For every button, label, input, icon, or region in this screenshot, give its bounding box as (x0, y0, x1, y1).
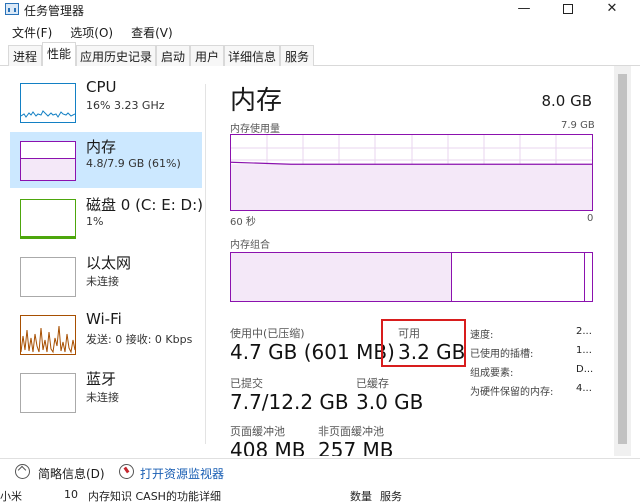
menu-file[interactable]: 文件(F) (0, 21, 58, 41)
title-bar: 任务管理器 — ✕ (0, 0, 640, 20)
scrollbar-thumb[interactable] (618, 74, 627, 444)
memory-composition-bar (230, 252, 593, 302)
available-value: 3.2 GB (398, 340, 466, 364)
close-button[interactable]: ✕ (592, 0, 632, 20)
sidebar-item-disk[interactable]: 磁盘 0 (C: E: D:) 1% (10, 190, 203, 246)
menu-options[interactable]: 选项(O) (58, 21, 119, 41)
vertical-scrollbar[interactable] (614, 66, 631, 456)
menu-bar: 文件(F) 选项(O) 查看(V) (0, 21, 179, 41)
cached-value: 3.0 GB (356, 390, 424, 414)
spec-speed-value: 2... (576, 326, 592, 337)
sidebar-ethernet-sub: 未连接 (86, 275, 119, 288)
sidebar-item-memory[interactable]: 内存 4.8/7.9 GB (61%) (10, 132, 202, 188)
bottom-bar: 简略信息(D) 打开资源监视器 (0, 458, 640, 484)
cpu-sparkline (20, 110, 76, 118)
memory-thumbnail-fill (21, 158, 75, 180)
nonpaged-pool-label: 非页面缓冲池 (318, 425, 384, 438)
task-manager-icon (5, 3, 19, 15)
spec-hardware-reserved-value: 4... (576, 383, 592, 394)
memory-thumbnail-graph (20, 141, 76, 181)
available-label: 可用 (398, 327, 420, 340)
disk-thumbnail-graph (20, 199, 76, 239)
sidebar-wifi-name: Wi-Fi (86, 310, 122, 328)
memory-usage-area (231, 164, 592, 210)
tab-details[interactable]: 详细信息 (224, 45, 280, 66)
memory-total: 8.0 GB (541, 92, 592, 110)
background-text-2: 10 (64, 488, 78, 501)
memory-usage-graph (230, 134, 593, 211)
background-text-4: 数量 (350, 490, 372, 503)
composition-in-use (231, 253, 452, 301)
tab-services[interactable]: 服务 (280, 45, 314, 66)
sidebar-bluetooth-name: 蓝牙 (86, 370, 117, 388)
wifi-sparkline (20, 325, 76, 354)
tab-app-history[interactable]: 应用历史记录 (76, 45, 156, 66)
tab-performance[interactable]: 性能 (42, 42, 76, 67)
memory-usage-grid (230, 135, 592, 210)
background-text-3: 内存知识 CASH的功能详细 (88, 490, 221, 503)
sidebar-item-cpu[interactable]: CPU 16% 3.23 GHz (10, 74, 202, 130)
disk-thumbnail-line (21, 236, 75, 238)
in-use-value: 4.7 GB (601 MB) (230, 340, 395, 364)
sidebar-cpu-sub: 16% 3.23 GHz (86, 99, 165, 112)
paged-pool-value: 408 MB (230, 438, 306, 456)
open-resource-monitor-link[interactable]: 打开资源监视器 (140, 465, 224, 482)
sidebar-item-bluetooth[interactable]: 蓝牙 未连接 (10, 364, 202, 420)
sidebar-ethernet-name: 以太网 (86, 254, 132, 272)
sidebar-item-ethernet[interactable]: 以太网 未连接 (10, 248, 202, 304)
wifi-thumbnail-graph (20, 315, 76, 355)
chevron-up-icon[interactable] (15, 464, 30, 479)
memory-usage-label: 内存使用量 (230, 124, 280, 135)
window-title: 任务管理器 (24, 4, 85, 18)
cpu-thumbnail-graph (20, 83, 76, 123)
committed-value: 7.7/12.2 GB (230, 390, 349, 414)
nonpaged-pool-value: 257 MB (318, 438, 394, 456)
spec-form-factor-value: D... (576, 364, 594, 375)
memory-usage-max: 7.9 GB (561, 120, 595, 131)
sidebar-wifi-sub: 发送: 0 接收: 0 Kbps (86, 333, 193, 346)
time-axis-start: 60 秒 (230, 217, 256, 228)
memory-composition-label: 内存组合 (230, 240, 270, 251)
performance-content: CPU 16% 3.23 GHz 内存 4.8/7.9 GB (61%) 磁盘 … (0, 66, 640, 456)
maximize-icon (563, 4, 573, 14)
in-use-label: 使用中(已压缩) (230, 327, 305, 340)
paged-pool-label: 页面缓冲池 (230, 425, 285, 438)
sidebar-disk-sub: 1% (86, 215, 104, 228)
bluetooth-thumbnail-graph (20, 373, 76, 413)
sidebar-item-wifi[interactable]: Wi-Fi 发送: 0 接收: 0 Kbps (10, 306, 202, 362)
spec-slots-value: 1... (576, 345, 592, 356)
spec-form-factor-label: 组成要素: (470, 368, 514, 379)
spec-slots-label: 已使用的插槽: (470, 349, 534, 360)
tab-users[interactable]: 用户 (190, 45, 224, 66)
spec-hardware-reserved-label: 为硬件保留的内存: (470, 387, 554, 398)
tab-strip: 进程 性能 应用历史记录 启动 用户 详细信息 服务 (0, 42, 640, 67)
maximize-button[interactable] (548, 0, 588, 20)
committed-label: 已提交 (230, 377, 263, 390)
ethernet-thumbnail-graph (20, 257, 76, 297)
cached-label: 已缓存 (356, 377, 389, 390)
time-axis-end: 0 (587, 213, 594, 224)
panel-title: 内存 (230, 86, 283, 116)
fewer-details-link[interactable]: 简略信息(D) (38, 465, 105, 482)
resource-monitor-icon[interactable] (119, 464, 134, 479)
minimize-button[interactable]: — (504, 0, 544, 20)
background-text-1: 小米 (0, 490, 22, 503)
menu-view[interactable]: 查看(V) (119, 21, 179, 41)
sidebar-memory-name: 内存 (86, 138, 117, 156)
tab-processes[interactable]: 进程 (8, 45, 42, 66)
tab-startup[interactable]: 启动 (156, 45, 190, 66)
sidebar-divider (205, 84, 206, 444)
sidebar-disk-name: 磁盘 0 (C: E: D:) (86, 196, 203, 214)
sidebar-bluetooth-sub: 未连接 (86, 391, 119, 404)
sidebar-cpu-name: CPU (86, 78, 117, 96)
composition-reserved-divider (584, 253, 585, 301)
sidebar-memory-sub: 4.8/7.9 GB (61%) (86, 157, 181, 170)
background-text-5: 服务 (380, 490, 402, 503)
spec-speed-label: 速度: (470, 330, 494, 341)
